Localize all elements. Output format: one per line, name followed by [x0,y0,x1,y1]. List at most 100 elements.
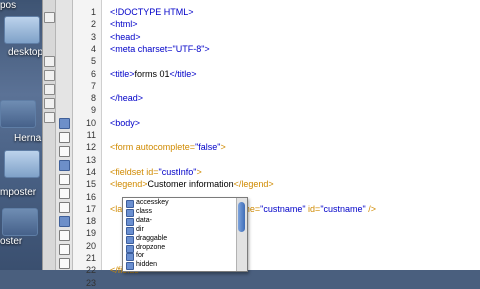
tool-icon[interactable] [44,12,55,23]
code-token: "custInfo" [158,166,197,177]
line-number: 1 [90,7,96,17]
line-number: 16 [85,191,96,202]
desktop-label-desktop: desktop [8,47,44,58]
code-token: <html> [110,19,138,30]
line-number: 13 [85,154,96,165]
autocomplete-item-label: accesskey [136,199,169,206]
tool-icon[interactable] [44,98,55,109]
autocomplete-item-label: class [136,207,152,215]
attribute-icon [126,253,134,262]
code-token: <meta charset="UTF-8"> [110,43,210,54]
line-number: 15 [85,179,96,190]
code-token: /> [365,203,376,214]
tool-icon[interactable] [44,84,55,95]
code-line[interactable]: </head> [110,92,143,104]
code-line[interactable]: <title>forms 01</title> [110,68,197,80]
folder-icon[interactable] [0,100,36,128]
code-line[interactable]: <head> [110,31,141,43]
line-number: 7 [90,80,96,91]
folder-icon[interactable] [4,150,40,178]
tool-icon[interactable] [59,216,70,227]
tool-icon[interactable] [59,160,70,171]
line-number: 17 [85,203,96,214]
editor-side-toolbar [56,0,73,270]
desktop-label-herna: Herna [14,133,42,144]
attribute-icon [126,200,134,208]
code-line[interactable]: <!DOCTYPE HTML> [110,6,194,18]
code-token: <title> [110,68,135,79]
line-number: 21 [85,253,96,263]
tool-icon[interactable] [44,70,55,81]
desktop-label-oster: oster [0,236,23,247]
autocomplete-popup: accesskey class data-dir draggable dropzone f… [122,197,248,272]
attribute-icon [126,244,134,253]
tool-icon[interactable] [44,112,55,123]
code-token: "custname" [260,203,306,214]
code-token: </legend> [233,179,274,190]
tool-icon[interactable] [59,230,70,241]
tool-icon[interactable] [59,202,70,213]
line-number: 19 [85,228,96,239]
code-editor-window: <!DOCTYPE HTML> <html> <head> <meta charset… [42,0,480,288]
code-token: <head> [110,31,141,42]
attribute-icon [126,208,134,217]
tool-icon[interactable] [44,56,55,67]
line-number: 5 [90,56,96,67]
autocomplete-list: accesskey class data-dir draggable dropzone f… [123,198,235,271]
code-token: forms 01 [134,68,170,79]
code-token: > [220,142,226,153]
tool-icon[interactable] [59,174,70,185]
line-number: 6 [90,68,96,79]
line-number: 14 [85,166,96,177]
folder-icon[interactable] [4,16,40,44]
code-token: id= [305,203,321,214]
code-token: <fieldset id= [110,166,159,177]
attribute-icon [126,262,134,271]
tool-icon[interactable] [59,258,70,269]
autocomplete-item-label: hidden [136,261,158,269]
autocomplete-item-label: data- [136,216,152,224]
autocomplete-item-label: for [136,252,145,260]
folder-icon[interactable] [2,208,38,236]
code-token: "custname" [320,203,366,214]
code-token: Customer information [147,179,234,190]
attribute-icon [126,226,134,235]
line-number: 23 [85,277,96,288]
code-line[interactable]: <form autocomplete="false"> [110,141,226,153]
code-line[interactable]: <legend>Customer information</legend> [110,178,274,190]
window-toolbar-strip [43,0,56,270]
attribute-icon [126,235,134,244]
attribute-icon [126,217,134,226]
autocomplete-item-label: dropzone [136,243,166,251]
line-number: 11 [86,130,96,140]
line-number: 9 [90,105,96,116]
autocomplete-scrollbar[interactable] [236,198,247,271]
tool-icon[interactable] [59,146,70,157]
code-line[interactable]: <meta charset="UTF-8"> [110,43,210,55]
tool-icon[interactable] [59,244,70,255]
line-number: 3 [90,31,96,42]
tool-icon[interactable] [59,118,70,129]
code-token: <legend> [110,179,148,190]
line-number: 2 [90,19,96,30]
code-line[interactable]: <html> [110,18,138,30]
code-token: <!DOCTYPE HTML> [110,7,194,17]
tool-icon[interactable] [59,132,70,143]
tool-icon[interactable] [59,188,70,199]
autocomplete-item-label: dir [136,225,144,233]
desktop-label-pos: pos [0,0,17,11]
code-token: </title> [169,68,197,79]
code-token: </head> [110,93,144,104]
code-line[interactable]: <fieldset id="custInfo"> [110,166,202,178]
line-number: 12 [85,142,96,153]
code-token: <body> [110,117,141,128]
code-line[interactable]: <body> [110,117,140,129]
line-number: 4 [90,43,96,54]
scrollbar-thumb[interactable] [238,202,245,232]
line-number: 22 [85,265,96,276]
autocomplete-item-label: draggable [136,234,168,242]
code-token: "false" [195,142,221,153]
line-number: 18 [85,216,96,227]
code-token: <form autocomplete= [110,142,196,153]
line-number: 10 [85,117,96,128]
